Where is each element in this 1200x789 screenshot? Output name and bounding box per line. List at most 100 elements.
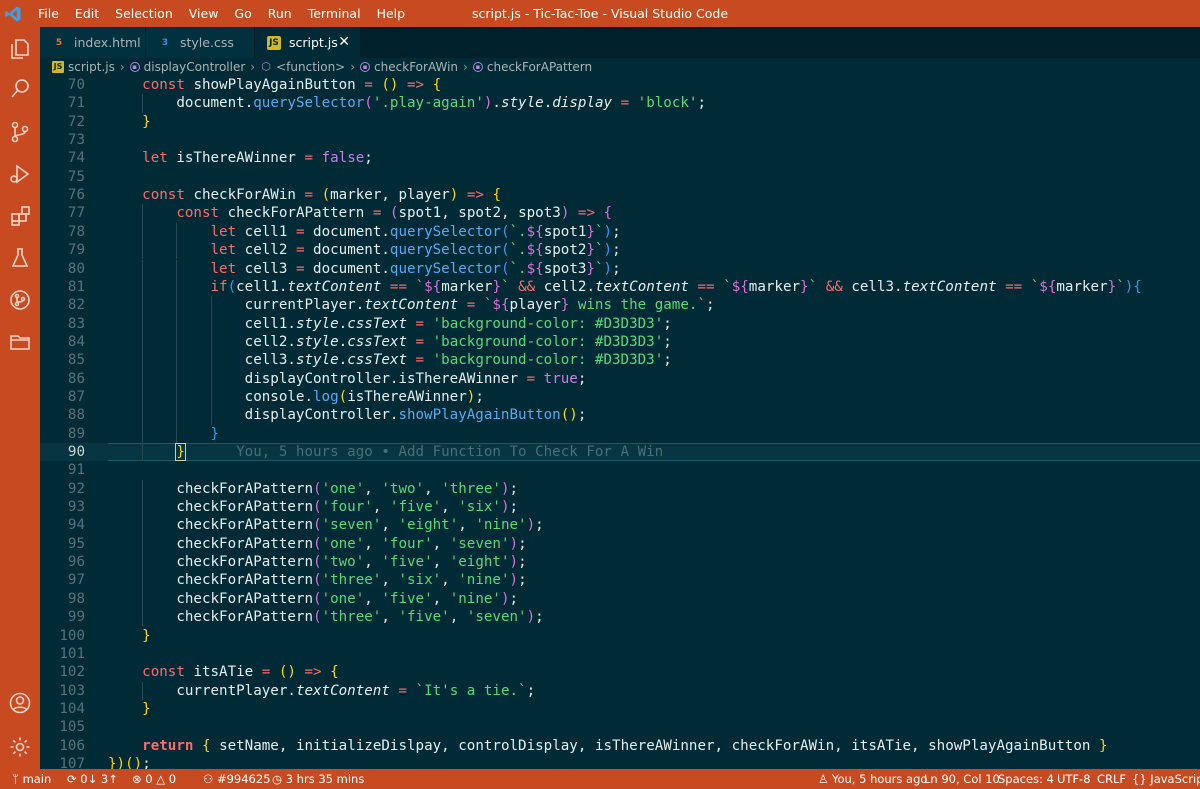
code-line[interactable]: 72 } xyxy=(40,113,1200,131)
code-line[interactable]: 76 const checkForAWin = (marker, player)… xyxy=(40,186,1200,204)
code-line[interactable]: 83 cell1.style.cssText = 'background-col… xyxy=(40,314,1200,333)
code-line[interactable]: 103 currentPlayer.textContent = `It's a … xyxy=(40,681,1200,700)
breadcrumb-item[interactable]: <function> xyxy=(276,60,345,74)
code-line[interactable]: 101 xyxy=(40,645,1200,663)
code-line[interactable]: 73 xyxy=(40,131,1200,149)
code-line[interactable]: 70 const showPlayAgainButton = () => { xyxy=(40,76,1200,94)
line-number[interactable]: 100 xyxy=(40,627,85,645)
line-number[interactable]: 107 xyxy=(40,755,85,769)
code-line[interactable]: 74 let isThereAWinner = false; xyxy=(40,149,1200,167)
code-line[interactable]: 107})(); xyxy=(40,755,1200,769)
code-line[interactable]: 88 displayController.showPlayAgainButton… xyxy=(40,406,1200,425)
line-number[interactable]: 87 xyxy=(40,388,85,406)
code-line[interactable]: 92 checkForAPattern('one', 'two', 'three… xyxy=(40,479,1200,499)
line-number[interactable]: 99 xyxy=(40,608,85,626)
code-line[interactable]: 89 } xyxy=(40,424,1200,443)
line-number[interactable]: 79 xyxy=(40,241,85,259)
menu-run[interactable]: Run xyxy=(260,0,300,27)
code-line[interactable]: 100 } xyxy=(40,627,1200,645)
code-line[interactable]: 97 checkForAPattern('three', 'six', 'nin… xyxy=(40,571,1200,590)
code-line[interactable]: 104 } xyxy=(40,700,1200,718)
code-line[interactable]: 90 } You, 5 hours ago • Add Function To … xyxy=(40,443,1200,462)
remote-explorer-icon[interactable] xyxy=(0,322,40,362)
tab-style-css[interactable]: 3 style.css xyxy=(146,27,255,58)
code-line[interactable]: 105 xyxy=(40,718,1200,736)
line-number[interactable]: 92 xyxy=(40,480,85,498)
close-icon[interactable]: ✕ xyxy=(338,34,350,50)
testing-icon[interactable] xyxy=(0,238,40,278)
code-line[interactable]: 106 return { setName, initializeDislpay,… xyxy=(40,737,1200,755)
line-number[interactable]: 90 xyxy=(40,443,85,461)
line-number[interactable]: 98 xyxy=(40,590,85,608)
breadcrumb-item[interactable]: checkForAPattern xyxy=(487,60,592,74)
code-line[interactable]: 99 checkForAPattern('three', 'five', 'se… xyxy=(40,608,1200,627)
code-line[interactable]: 84 cell2.style.cssText = 'background-col… xyxy=(40,332,1200,352)
menu-terminal[interactable]: Terminal xyxy=(300,0,369,27)
line-number[interactable]: 88 xyxy=(40,406,85,424)
sync-indicator[interactable]: ⟳ 0↓ 3↑ xyxy=(67,769,118,789)
line-number[interactable]: 71 xyxy=(40,94,85,112)
line-number[interactable]: 94 xyxy=(40,516,85,534)
line-number[interactable]: 72 xyxy=(40,113,85,131)
breadcrumb-item[interactable]: script.js xyxy=(68,60,115,74)
code-line[interactable]: 75 xyxy=(40,168,1200,186)
line-number[interactable]: 86 xyxy=(40,370,85,388)
line-number[interactable]: 84 xyxy=(40,333,85,351)
line-number[interactable]: 70 xyxy=(40,76,85,94)
code-line[interactable]: 98 checkForAPattern('one', 'five', 'nine… xyxy=(40,589,1200,609)
code-line[interactable]: 81 if(cell1.textContent == `${marker}` &… xyxy=(40,277,1200,297)
menu-selection[interactable]: Selection xyxy=(107,0,181,27)
branch-indicator[interactable]: ᛘ main xyxy=(12,769,51,789)
tab-index-html[interactable]: 5 index.html xyxy=(40,27,146,58)
git-graph-icon[interactable] xyxy=(0,280,40,320)
line-number[interactable]: 85 xyxy=(40,351,85,369)
inline-git-blame[interactable]: You, 5 hours ago • Add Function To Check… xyxy=(185,444,663,460)
encoding[interactable]: UTF-8 xyxy=(1057,769,1091,789)
line-number[interactable]: 76 xyxy=(40,186,85,204)
code-line[interactable]: 71 document.querySelector('.play-again')… xyxy=(40,94,1200,113)
line-number[interactable]: 78 xyxy=(40,223,85,241)
code-line[interactable]: 102 const itsATie = () => { xyxy=(40,663,1200,681)
line-number[interactable]: 83 xyxy=(40,315,85,333)
code-line[interactable]: 95 checkForAPattern('one', 'four', 'seve… xyxy=(40,534,1200,554)
line-number[interactable]: 80 xyxy=(40,260,85,278)
line-number[interactable]: 89 xyxy=(40,425,85,443)
code-line[interactable]: 80 let cell3 = document.querySelector(`.… xyxy=(40,259,1200,278)
time-tracker[interactable]: ◷ 3 hrs 35 mins xyxy=(272,769,364,789)
line-number[interactable]: 93 xyxy=(40,498,85,516)
line-number[interactable]: 102 xyxy=(40,663,85,681)
code-editor[interactable]: 70 const showPlayAgainButton = () => {71… xyxy=(40,76,1200,769)
line-number[interactable]: 91 xyxy=(40,461,85,479)
issue-indicator[interactable]: ⚇ #994625 xyxy=(203,769,271,789)
cursor-position[interactable]: Ln 90, Col 10 xyxy=(924,769,1000,789)
line-number[interactable]: 95 xyxy=(40,535,85,553)
line-number[interactable]: 97 xyxy=(40,571,85,589)
git-blame-status[interactable]: ♙ You, 5 hours ago xyxy=(818,769,927,789)
line-number[interactable]: 77 xyxy=(40,204,85,222)
code-line[interactable]: 86 displayController.isThereAWinner = tr… xyxy=(40,369,1200,388)
tab-script-js[interactable]: JS script.js ✕ xyxy=(255,27,361,58)
accounts-icon[interactable] xyxy=(0,683,40,723)
line-number[interactable]: 82 xyxy=(40,296,85,314)
menu-edit[interactable]: Edit xyxy=(67,0,107,27)
end-of-line[interactable]: CRLF xyxy=(1097,769,1126,789)
line-number[interactable]: 74 xyxy=(40,149,85,167)
line-number[interactable]: 105 xyxy=(40,718,85,736)
line-number[interactable]: 81 xyxy=(40,278,85,296)
extensions-icon[interactable] xyxy=(0,196,40,236)
menu-view[interactable]: View xyxy=(181,0,227,27)
code-line[interactable]: 77 const checkForAPattern = (spot1, spot… xyxy=(40,204,1200,223)
breadcrumb-item[interactable]: checkForAWin xyxy=(374,60,458,74)
code-line[interactable]: 79 let cell2 = document.querySelector(`.… xyxy=(40,241,1200,260)
vscode-logo-icon[interactable] xyxy=(4,5,22,23)
code-line[interactable]: 96 checkForAPattern('two', 'five', 'eigh… xyxy=(40,553,1200,572)
code-line[interactable]: 87 console.log(isThereAWinner); xyxy=(40,387,1200,407)
code-line[interactable]: 82 currentPlayer.textContent = `${player… xyxy=(40,296,1200,315)
source-control-icon[interactable] xyxy=(0,112,40,152)
menu-file[interactable]: File xyxy=(30,0,67,27)
line-number[interactable]: 104 xyxy=(40,700,85,718)
line-number[interactable]: 101 xyxy=(40,645,85,663)
line-number[interactable]: 96 xyxy=(40,553,85,571)
menu-go[interactable]: Go xyxy=(226,0,259,27)
explorer-icon[interactable] xyxy=(0,29,40,69)
